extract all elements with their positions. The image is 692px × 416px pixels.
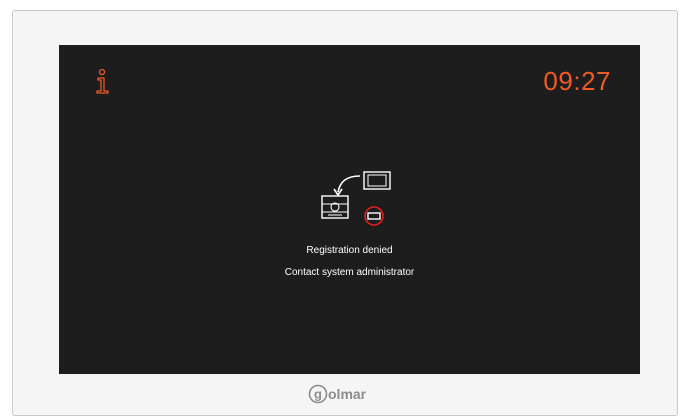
error-message: Registration denied (306, 245, 393, 256)
denied-icon (364, 206, 384, 226)
monitor-screen: 09:27 Registration denied Contact system… (59, 45, 640, 374)
clock: 09:27 (543, 66, 611, 96)
golmar-logo: g olmar (308, 384, 367, 404)
info-icon[interactable] (95, 67, 111, 95)
registration-denied-icon (321, 171, 391, 226)
svg-text:g: g (314, 387, 322, 402)
svg-text:olmar: olmar (328, 386, 367, 402)
help-message: Contact system administrator (284, 267, 415, 278)
